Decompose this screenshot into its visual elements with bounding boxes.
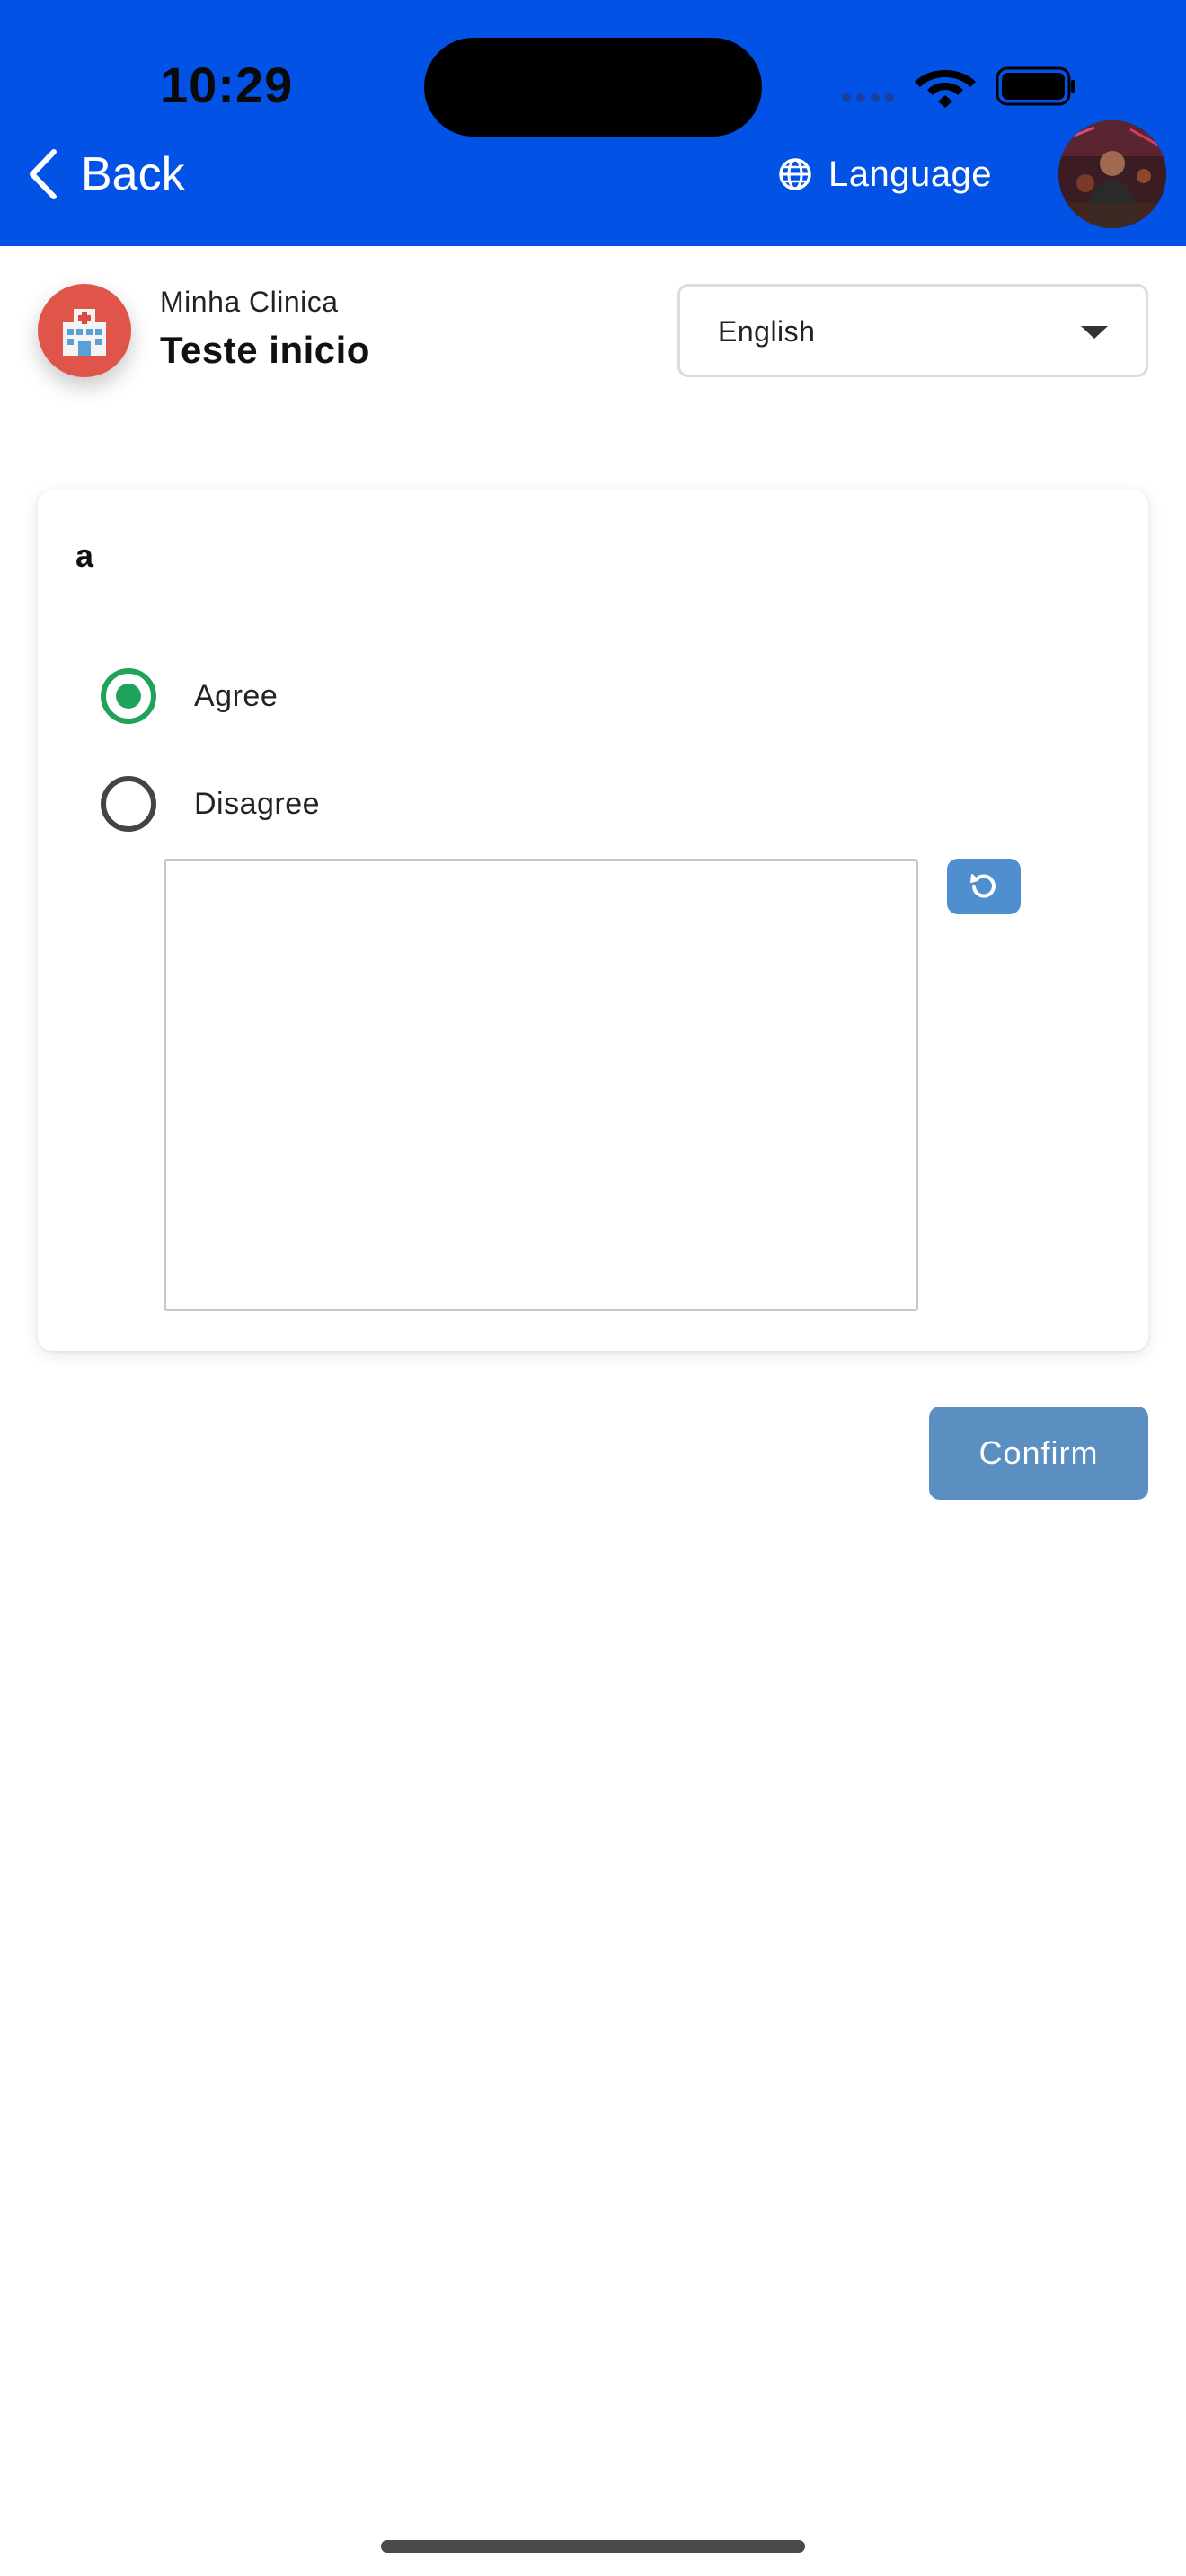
radio-disagree[interactable] — [101, 776, 156, 832]
page-title: Teste inicio — [160, 329, 370, 371]
question-text: a — [75, 537, 94, 574]
comment-textarea[interactable] — [164, 859, 918, 1311]
confirm-label: Confirm — [978, 1434, 1099, 1471]
caret-down-icon — [1081, 326, 1108, 339]
cellular-signal-icon — [842, 93, 894, 102]
home-indicator[interactable] — [381, 2540, 805, 2553]
status-time: 10:29 — [160, 57, 294, 113]
clinic-name: Minha Clinica — [160, 286, 339, 318]
status-icons — [842, 66, 1075, 108]
question-card: a Agree Disagree — [38, 490, 1148, 1351]
option-disagree[interactable]: Disagree — [101, 776, 320, 832]
language-select[interactable]: English — [677, 284, 1148, 377]
avatar-photo — [1058, 120, 1166, 228]
language-button[interactable]: Language — [778, 149, 992, 199]
option-label-disagree: Disagree — [194, 786, 321, 821]
chevron-left-icon — [30, 149, 57, 199]
language-label: Language — [828, 154, 992, 194]
radio-agree[interactable] — [101, 668, 156, 724]
dynamic-island — [424, 38, 762, 137]
back-label: Back — [81, 148, 185, 200]
radio-selected-dot — [116, 684, 141, 709]
option-agree[interactable]: Agree — [101, 668, 278, 724]
refresh-icon — [970, 874, 996, 898]
globe-icon — [779, 158, 811, 190]
top-header: 10:29 Back Language — [0, 0, 1186, 246]
app-screen: 10:29 Back Language Minha Clinica Teste … — [0, 0, 1186, 2576]
option-label-agree: Agree — [194, 678, 279, 713]
battery-icon — [996, 66, 1075, 106]
language-select-value: English — [718, 315, 816, 348]
user-avatar[interactable] — [1058, 120, 1166, 228]
wifi-icon — [915, 70, 976, 108]
clinic-logo — [38, 284, 131, 377]
confirm-button[interactable]: Confirm — [929, 1407, 1148, 1500]
back-button[interactable]: Back — [27, 142, 185, 207]
reset-button[interactable] — [947, 859, 1021, 914]
hospital-icon — [63, 309, 106, 356]
